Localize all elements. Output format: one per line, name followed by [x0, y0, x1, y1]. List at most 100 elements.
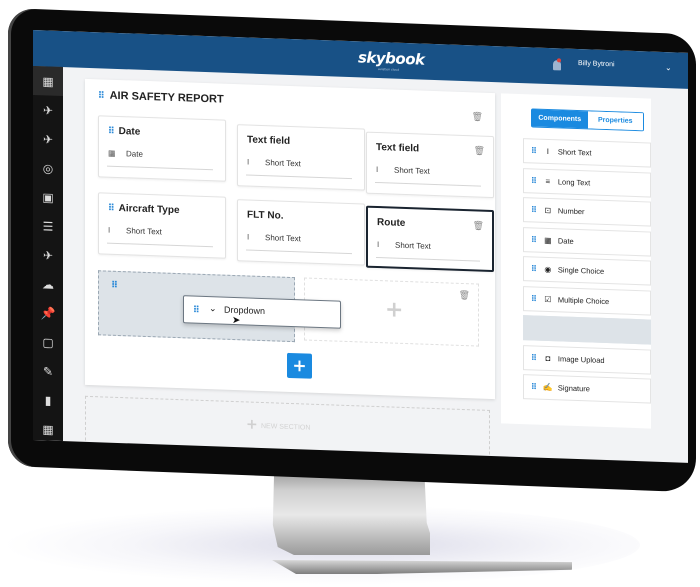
new-section-label: NEW SECTION [261, 422, 311, 432]
airplane-settings-icon: ✈ [42, 131, 54, 147]
component-short-text[interactable]: ⠿ I Short Text [523, 138, 651, 168]
mouse-cursor-icon: ➤ [232, 314, 241, 327]
field-text-1[interactable]: Text field I Short Text [237, 124, 365, 191]
chevron-down-icon: ⌄ [209, 303, 217, 314]
clipboard-edit-icon: ✎ [42, 363, 54, 379]
section-title: ⠿ AIR SAFETY REPORT [98, 89, 224, 106]
field-type: Short Text [265, 158, 301, 169]
text-cursor-icon: I [377, 240, 380, 250]
plus-icon[interactable]: + [385, 297, 403, 323]
long-text-icon: ≡ [545, 176, 551, 186]
trash-icon[interactable]: 🗑 [473, 221, 484, 231]
sidebar-item-clipboard-edit[interactable]: ✎ [33, 356, 63, 386]
user-name[interactable]: Billy Bytroni [578, 60, 615, 68]
tab-components[interactable]: Components [532, 109, 588, 129]
field-label: FLT No. [247, 209, 284, 222]
image-upload-icon: ◘ [545, 353, 551, 363]
sidebar-item-pin[interactable]: 📌 [33, 298, 63, 328]
sidebar-item-weather[interactable]: ☁ [33, 269, 63, 299]
field-underline [246, 174, 352, 180]
field-label: Aircraft Type [118, 202, 180, 217]
field-type: Short Text [126, 226, 162, 237]
drag-handle-icon[interactable]: ⠿ [531, 176, 536, 185]
component-signature[interactable]: ⠿ ✍ Signature [523, 374, 651, 404]
airplane-alert-icon: ✈ [42, 247, 54, 263]
drag-handle-icon[interactable]: ⠿ [531, 146, 536, 155]
drag-handle-icon[interactable]: ⠿ [531, 235, 536, 244]
field-label: Text field [376, 141, 420, 155]
drag-handle-icon[interactable]: ⠿ [98, 90, 104, 100]
sidebar-item-presentation[interactable]: ▣ [33, 182, 63, 212]
text-cursor-icon: I [247, 232, 250, 242]
drag-handle-icon[interactable]: ⠿ [108, 126, 114, 136]
trash-icon[interactable]: 🗑 [474, 146, 485, 156]
trash-icon[interactable]: 🗑 [472, 112, 483, 122]
sidebar-item-radar[interactable]: ◎ [33, 153, 63, 183]
component-drop-placeholder [523, 315, 651, 345]
drag-handle-icon[interactable]: ⠿ [531, 294, 536, 303]
drag-handle-icon[interactable]: ⠿ [111, 281, 117, 291]
field-aircraft-type[interactable]: ⠿ Aircraft Type I Short Text [98, 192, 226, 259]
single-choice-icon: ◉ [544, 264, 552, 275]
weather-icon: ☁ [42, 276, 54, 292]
field-text-2[interactable]: Text field 🗑 I Short Text [366, 131, 494, 199]
sidebar-item-grid[interactable]: ▦ [33, 66, 63, 97]
field-type: Short Text [394, 165, 430, 176]
component-multiple-choice[interactable]: ⠿ ☑ Multiple Choice [523, 285, 651, 316]
sidebar-item-bar-chart[interactable]: ▮ [33, 385, 63, 415]
number-icon: ⊡ [544, 205, 552, 216]
dragging-item-label: Dropdown [224, 304, 266, 317]
dragging-dropdown-component[interactable]: ⠿ ⌄ Dropdown [183, 295, 341, 329]
sidebar: ▦ ✈ ✈ ◎ ▣ ☰ ✈ ☁ 📌 ▢ ✎ ▮ ▦ [33, 66, 63, 444]
add-field-button[interactable]: + [287, 352, 312, 379]
short-text-icon: I [546, 146, 549, 157]
field-underline [107, 242, 213, 248]
drag-handle-icon[interactable]: ⠿ [531, 382, 536, 391]
component-label: Signature [557, 383, 590, 394]
trash-icon[interactable]: 🗑 [459, 291, 470, 301]
drag-handle-icon[interactable]: ⠿ [108, 203, 114, 213]
app-screen: skybook aviation cloud Billy Bytroni ⌄ ▦… [33, 30, 688, 463]
sidebar-item-airplane[interactable]: ✈ [33, 95, 63, 125]
field-underline [246, 249, 352, 255]
list-box-icon: ☰ [42, 218, 54, 234]
component-long-text[interactable]: ⠿ ≡ Long Text [523, 167, 651, 198]
sidebar-item-list-box[interactable]: ☰ [33, 211, 63, 241]
form-section: ⠿ AIR SAFETY REPORT 🗑 ⠿ Date ▦ Date Text fi… [85, 78, 495, 400]
field-type: Short Text [395, 240, 431, 251]
component-label: Date [557, 235, 574, 246]
field-route[interactable]: Route 🗑 I Short Text [366, 205, 494, 273]
bar-chart-icon: ▮ [44, 392, 52, 408]
tab-properties[interactable]: Properties [587, 111, 643, 131]
component-single-choice[interactable]: ⠿ ◉ Single Choice [523, 256, 651, 286]
radar-icon: ◎ [42, 160, 54, 176]
safe-icon: ▢ [42, 334, 54, 350]
chevron-down-icon[interactable]: ⌄ [665, 63, 672, 72]
component-number[interactable]: ⠿ ⊡ Number [523, 197, 651, 227]
field-type: Short Text [265, 233, 301, 244]
drag-handle-icon[interactable]: ⠿ [531, 205, 536, 214]
sidebar-item-safe[interactable]: ▢ [33, 327, 63, 357]
calendar-icon: ▦ [108, 148, 116, 158]
table-icon: ▦ [42, 421, 54, 437]
drag-handle-icon[interactable]: ⠿ [193, 305, 199, 316]
sidebar-item-airplane-settings[interactable]: ✈ [33, 124, 63, 154]
skybook-logo[interactable]: skybook [358, 48, 425, 68]
text-cursor-icon: I [376, 164, 379, 175]
component-label: Image Upload [557, 353, 605, 365]
field-underline [375, 181, 481, 187]
drag-handle-icon[interactable]: ⠿ [531, 353, 536, 362]
field-label: Text field [247, 134, 291, 147]
field-label: Date [118, 125, 141, 138]
field-type: Date [126, 149, 143, 159]
field-flt-no[interactable]: FLT No. I Short Text [237, 199, 365, 266]
component-image-upload[interactable]: ⠿ ◘ Image Upload [523, 344, 651, 375]
notification-dot [557, 58, 561, 63]
drag-handle-icon[interactable]: ⠿ [531, 264, 536, 273]
field-date[interactable]: ⠿ Date ▦ Date [98, 115, 226, 182]
sidebar-item-table[interactable]: ▦ [33, 414, 63, 444]
presentation-icon: ▣ [42, 189, 54, 205]
sidebar-item-airplane-alert[interactable]: ✈ [33, 240, 63, 270]
component-label: Long Text [557, 176, 591, 187]
component-date[interactable]: ⠿ ▦ Date [523, 226, 651, 257]
